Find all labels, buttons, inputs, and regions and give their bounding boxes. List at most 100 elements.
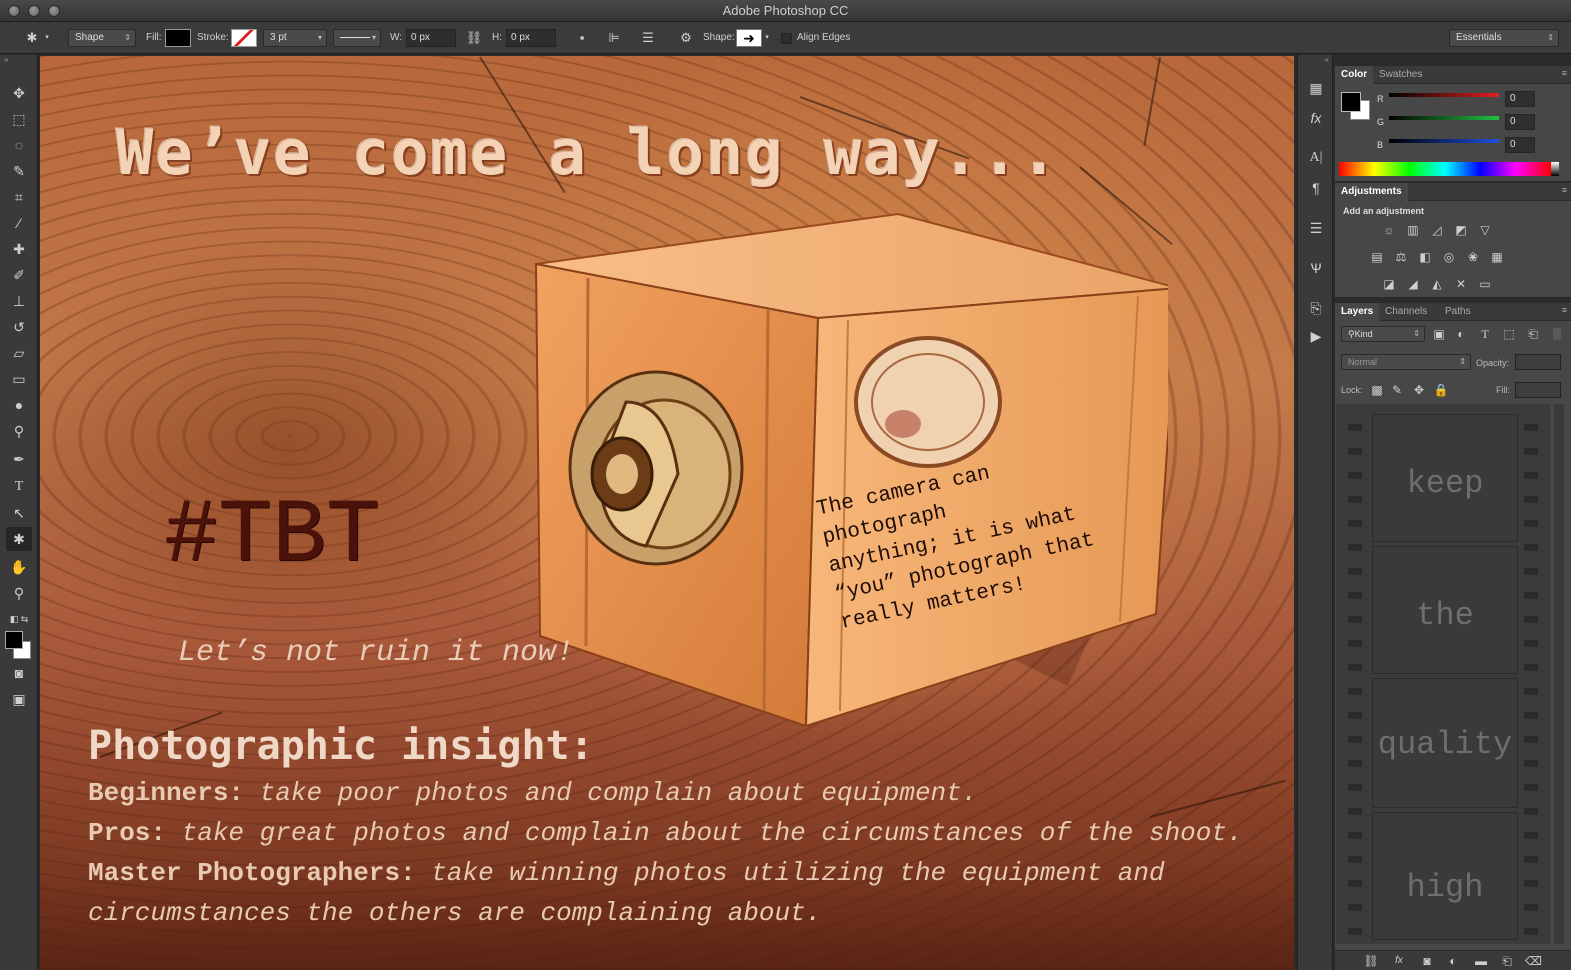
black-white-icon[interactable]: ◧ <box>1417 250 1433 264</box>
tool-mode-select[interactable]: Shape ⇕ <box>68 29 136 47</box>
document-canvas[interactable]: We’ve come a long way... The camera can … <box>40 56 1294 970</box>
channel-r-field[interactable]: 0 <box>1505 91 1535 107</box>
brush-presets-icon[interactable]: Ѱ <box>1304 257 1328 279</box>
panel-menu-icon[interactable]: ≡ <box>1562 185 1567 195</box>
actions-play-icon[interactable]: ▶ <box>1304 325 1328 347</box>
channel-b-slider[interactable] <box>1389 139 1499 143</box>
path-operations-icon[interactable]: ▪ <box>572 28 592 48</box>
tab-color[interactable]: Color <box>1335 66 1374 84</box>
align-edges-checkbox[interactable] <box>781 33 792 44</box>
filter-shape-icon[interactable]: ⬚ <box>1501 327 1517 341</box>
type-tool-icon[interactable]: T <box>6 475 32 499</box>
lock-position-icon[interactable]: ✥ <box>1411 383 1427 397</box>
black-white-ramp[interactable] <box>1551 162 1559 176</box>
move-tool-icon[interactable]: ✥ <box>6 81 32 105</box>
blend-mode-select[interactable]: Normal ⇕ <box>1341 354 1471 370</box>
custom-shape-tool-preset-icon[interactable]: ✱ <box>22 28 42 48</box>
tab-swatches[interactable]: Swatches <box>1373 66 1428 84</box>
foreground-color-swatch[interactable] <box>5 631 23 649</box>
path-arrangement-icon[interactable]: ☰ <box>638 28 658 48</box>
color-spectrum-bar[interactable] <box>1339 162 1551 176</box>
fill-color-swatch[interactable] <box>165 29 191 47</box>
posterize-icon[interactable]: ◢ <box>1405 277 1421 291</box>
properties-panel-icon[interactable]: ☰ <box>1304 217 1328 239</box>
hue-saturation-icon[interactable]: ▤ <box>1369 250 1385 264</box>
gradient-map-icon[interactable]: ▭ <box>1477 277 1493 291</box>
brush-tool-icon[interactable]: ✐ <box>6 263 32 287</box>
link-icon[interactable]: ⛓ <box>464 28 484 48</box>
panel-menu-icon[interactable]: ≡ <box>1562 305 1567 315</box>
add-mask-icon[interactable]: ◙ <box>1419 954 1435 968</box>
filter-adjustment-icon[interactable]: ◐ <box>1453 327 1469 341</box>
eyedropper-tool-icon[interactable]: ⁄ <box>6 211 32 235</box>
selective-color-icon[interactable]: ✕ <box>1453 277 1469 291</box>
tab-adjustments[interactable]: Adjustments <box>1335 183 1408 201</box>
path-alignment-icon[interactable]: ⊫ <box>604 28 624 48</box>
channel-g-slider[interactable] <box>1389 116 1499 120</box>
new-layer-icon[interactable]: ⎗ <box>1499 954 1515 968</box>
custom-shape-tool-icon[interactable]: ✱ <box>6 527 32 551</box>
filter-smart-object-icon[interactable]: ⎗ <box>1525 327 1541 341</box>
stroke-color-swatch[interactable] <box>231 29 257 47</box>
healing-brush-tool-icon[interactable]: ✚ <box>6 237 32 261</box>
quick-selection-tool-icon[interactable]: ✎ <box>6 159 32 183</box>
styles-panel-icon[interactable]: fx <box>1304 107 1328 129</box>
collapse-arrows-icon[interactable]: » <box>4 55 8 64</box>
color-balance-icon[interactable]: ⚖ <box>1393 250 1409 264</box>
histogram-panel-icon[interactable]: ▦ <box>1304 77 1328 99</box>
gear-icon[interactable]: ⚙ <box>676 28 696 48</box>
workspace-select[interactable]: Essentials ⇕ <box>1449 29 1559 47</box>
foreground-color-swatch[interactable] <box>1341 92 1361 112</box>
curves-icon[interactable]: ◿ <box>1429 223 1445 237</box>
exposure-icon[interactable]: ◩ <box>1453 223 1469 237</box>
minimize-window-button[interactable] <box>28 5 40 17</box>
clone-source-icon[interactable]: ⎘ <box>1304 297 1328 319</box>
vibrance-icon[interactable]: ▽ <box>1477 223 1493 237</box>
path-selection-tool-icon[interactable]: ↖ <box>6 501 32 525</box>
gradient-tool-icon[interactable]: ▭ <box>6 367 32 391</box>
invert-icon[interactable]: ◪ <box>1381 277 1397 291</box>
screen-mode-icon[interactable]: ▣ <box>6 687 32 711</box>
quick-mask-icon[interactable]: ◙ <box>6 661 32 685</box>
paragraph-panel-icon[interactable]: ¶ <box>1304 177 1328 199</box>
tab-layers[interactable]: Layers <box>1335 303 1380 321</box>
blur-tool-icon[interactable]: ● <box>6 393 32 417</box>
layer-style-icon[interactable]: fx <box>1391 954 1407 968</box>
new-adjustment-layer-icon[interactable]: ◐ <box>1445 954 1461 968</box>
link-layers-icon[interactable]: ⛓ <box>1363 954 1379 968</box>
fill-field[interactable] <box>1515 382 1561 398</box>
marquee-tool-icon[interactable]: ⬚ <box>6 107 32 131</box>
levels-icon[interactable]: ▥ <box>1405 223 1421 237</box>
dodge-tool-icon[interactable]: ⚲ <box>6 419 32 443</box>
filter-pixel-icon[interactable]: ▣ <box>1431 327 1447 341</box>
lock-all-icon[interactable]: 🔒 <box>1433 383 1449 397</box>
zoom-window-button[interactable] <box>48 5 60 17</box>
brightness-contrast-icon[interactable]: ☼ <box>1381 223 1397 237</box>
channel-mixer-icon[interactable]: ❀ <box>1465 250 1481 264</box>
history-brush-tool-icon[interactable]: ↺ <box>6 315 32 339</box>
close-window-button[interactable] <box>8 5 20 17</box>
clone-stamp-tool-icon[interactable]: ⊥ <box>6 289 32 313</box>
height-field[interactable]: 0 px <box>506 29 556 47</box>
zoom-tool-icon[interactable]: ⚲ <box>6 581 32 605</box>
character-panel-icon[interactable]: A| <box>1304 147 1328 169</box>
threshold-icon[interactable]: ◭ <box>1429 277 1445 291</box>
panel-menu-icon[interactable]: ≡ <box>1562 68 1567 78</box>
lock-transparent-pixels-icon[interactable]: ▩ <box>1369 383 1385 397</box>
channel-r-slider[interactable] <box>1389 93 1499 97</box>
hand-tool-icon[interactable]: ✋ <box>6 555 32 579</box>
width-field[interactable]: 0 px <box>406 29 456 47</box>
eraser-tool-icon[interactable]: ▱ <box>6 341 32 365</box>
lasso-tool-icon[interactable]: ◌ <box>6 133 32 157</box>
opacity-field[interactable] <box>1515 354 1561 370</box>
photo-filter-icon[interactable]: ◎ <box>1441 250 1457 264</box>
pen-tool-icon[interactable]: ✒ <box>6 447 32 471</box>
new-group-icon[interactable]: ▬ <box>1473 954 1489 968</box>
color-lookup-icon[interactable]: ▦ <box>1489 250 1505 264</box>
default-colors-icon[interactable]: ◧ ⇆ <box>6 607 32 631</box>
filter-type-icon[interactable]: T <box>1477 327 1493 341</box>
channel-g-field[interactable]: 0 <box>1505 114 1535 130</box>
shape-picker-dropdown-icon[interactable]: ▾ <box>762 28 772 48</box>
arrow-shape-icon[interactable]: ➜ <box>736 29 762 47</box>
layer-filter-select[interactable]: ⚲Kind ⇕ <box>1341 326 1425 342</box>
